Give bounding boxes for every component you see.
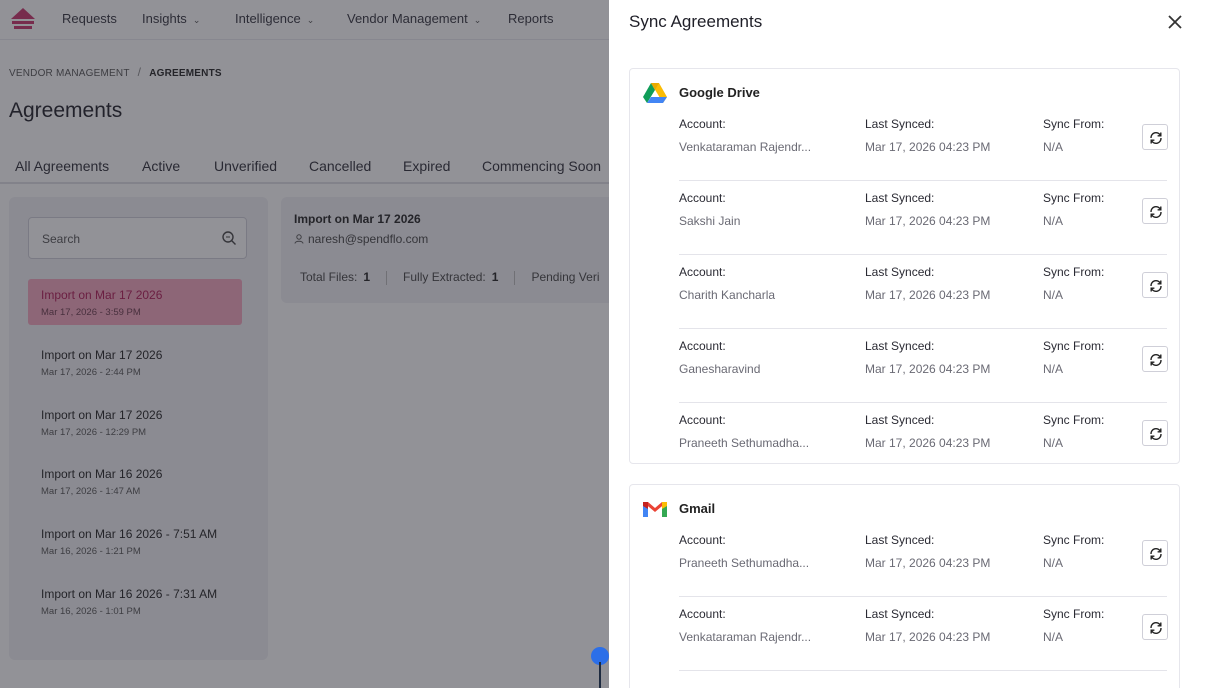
- sync-from-label: Sync From:: [1043, 413, 1105, 427]
- provider-card-google-drive: Google Drive Account: Last Synced: Sync …: [629, 68, 1180, 464]
- sync-from-label: Sync From:: [1043, 265, 1105, 279]
- account-value: Venkataraman Rajendr...: [679, 140, 812, 154]
- close-icon[interactable]: [1165, 12, 1185, 32]
- provider-card-gmail: Gmail Account: Last Synced: Sync From: P…: [629, 484, 1180, 688]
- last-synced-value: Mar 17, 2026 04:23 PM: [865, 630, 991, 644]
- sync-from-label: Sync From:: [1043, 607, 1105, 621]
- sync-button[interactable]: [1142, 420, 1168, 446]
- sync-from-label: Sync From:: [1043, 117, 1105, 131]
- last-synced-value: Mar 17, 2026 04:23 PM: [865, 556, 991, 570]
- account-value: Praneeth Sethumadha...: [679, 436, 810, 450]
- last-synced-label: Last Synced:: [865, 533, 935, 547]
- last-synced-label: Last Synced:: [865, 339, 935, 353]
- sync-from-value: N/A: [1043, 288, 1064, 302]
- sync-button[interactable]: [1142, 540, 1168, 566]
- sync-from-value: N/A: [1043, 140, 1064, 154]
- sync-from-label: Sync From:: [1043, 191, 1105, 205]
- account-label: Account:: [679, 339, 726, 353]
- account-label: Account:: [679, 191, 726, 205]
- sync-agreements-drawer: Sync Agreements Google Drive Account: La…: [609, 0, 1206, 688]
- last-synced-value: Mar 17, 2026 04:23 PM: [865, 362, 991, 376]
- last-synced-label: Last Synced:: [865, 607, 935, 621]
- account-value: Venkataraman Rajendr...: [679, 630, 812, 644]
- account-row: Account: Last Synced: Sync From: Venkata…: [679, 107, 1168, 181]
- refresh-icon: [1150, 353, 1162, 367]
- last-synced-value: Mar 17, 2026 04:23 PM: [865, 214, 991, 228]
- last-synced-label: Last Synced:: [865, 117, 935, 131]
- sync-from-value: N/A: [1043, 362, 1064, 376]
- account-value: Charith Kancharla: [679, 288, 776, 302]
- refresh-icon: [1150, 279, 1162, 293]
- scroll-line: [599, 662, 601, 688]
- drawer-title: Sync Agreements: [629, 12, 763, 31]
- provider-name: Gmail: [679, 501, 716, 516]
- account-value: Sakshi Jain: [679, 214, 741, 228]
- account-row: Account: Last Synced: Sync From: Ganesha…: [679, 329, 1168, 403]
- refresh-icon: [1150, 547, 1162, 561]
- sync-from-value: N/A: [1043, 436, 1064, 450]
- account-label: Account:: [679, 413, 726, 427]
- sync-button[interactable]: [1142, 124, 1168, 150]
- refresh-icon: [1150, 621, 1162, 635]
- account-row: Account: Last Synced: Sync From: Sakshi …: [679, 181, 1168, 255]
- sync-button[interactable]: [1142, 614, 1168, 640]
- account-row: Account: Last Synced: Sync From: Venkata…: [679, 597, 1168, 671]
- provider-name: Google Drive: [679, 85, 760, 100]
- sync-button[interactable]: [1142, 346, 1168, 372]
- account-row: Account: Last Synced: Sync From: Praneet…: [679, 403, 1168, 477]
- account-label: Account:: [679, 533, 726, 547]
- sync-button[interactable]: [1142, 198, 1168, 224]
- last-synced-label: Last Synced:: [865, 413, 935, 427]
- refresh-icon: [1150, 427, 1162, 441]
- gmail-icon: [643, 502, 667, 517]
- modal-backdrop[interactable]: [0, 0, 609, 688]
- last-synced-value: Mar 17, 2026 04:23 PM: [865, 436, 991, 450]
- last-synced-label: Last Synced:: [865, 265, 935, 279]
- account-label: Account:: [679, 117, 726, 131]
- google-drive-icon: [643, 83, 667, 103]
- sync-from-label: Sync From:: [1043, 339, 1105, 353]
- account-row: Account: Last Synced: Sync From: Praneet…: [679, 523, 1168, 597]
- account-label: Account:: [679, 265, 726, 279]
- last-synced-value: Mar 17, 2026 04:23 PM: [865, 288, 991, 302]
- sync-from-value: N/A: [1043, 630, 1064, 644]
- refresh-icon: [1150, 131, 1162, 145]
- sync-from-value: N/A: [1043, 556, 1064, 570]
- sync-from-label: Sync From:: [1043, 533, 1105, 547]
- sync-from-value: N/A: [1043, 214, 1064, 228]
- refresh-icon: [1150, 205, 1162, 219]
- sync-button[interactable]: [1142, 272, 1168, 298]
- last-synced-value: Mar 17, 2026 04:23 PM: [865, 140, 991, 154]
- account-row: Account: Last Synced: Sync From: Charith…: [679, 255, 1168, 329]
- last-synced-label: Last Synced:: [865, 191, 935, 205]
- account-value: Praneeth Sethumadha...: [679, 556, 810, 570]
- account-label: Account:: [679, 607, 726, 621]
- account-value: Ganesharavind: [679, 362, 761, 376]
